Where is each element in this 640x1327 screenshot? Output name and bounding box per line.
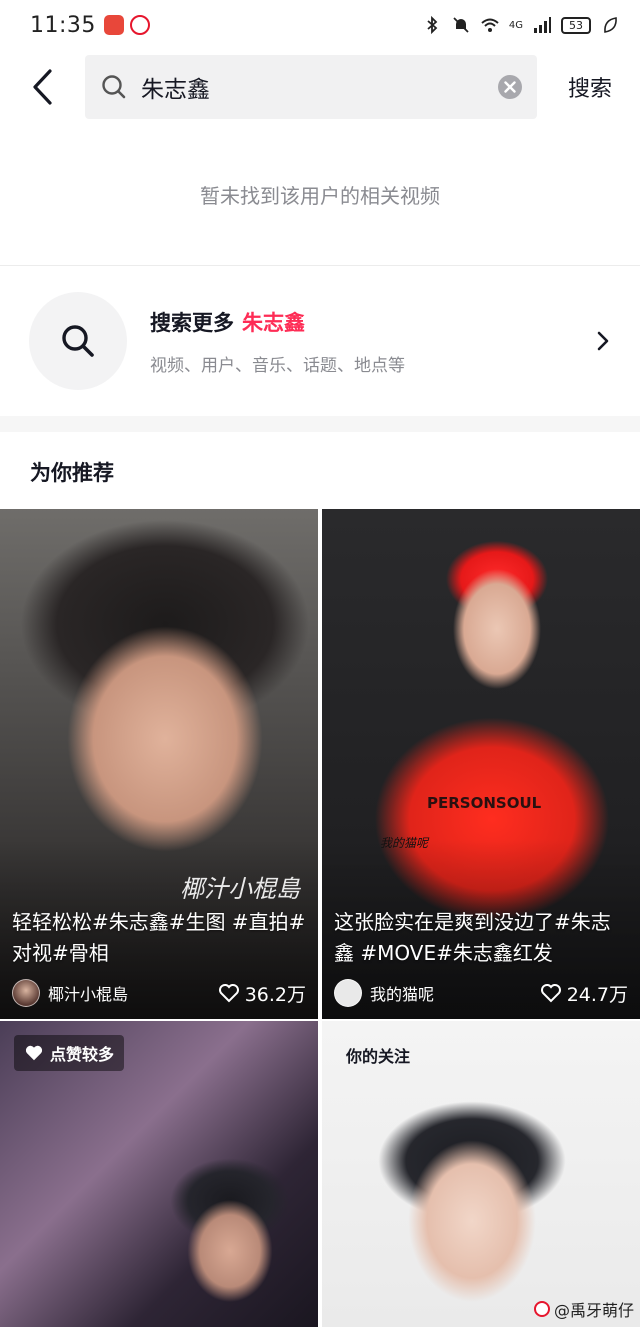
search-query-text: 朱志鑫 (141, 77, 210, 103)
back-arrow-icon (32, 69, 52, 105)
video-title: 这张脸实在是爽到没边了#朱志鑫 #MOVE#朱志鑫红发 (334, 910, 611, 965)
search-icon (62, 325, 94, 357)
heart-icon (540, 984, 561, 1003)
mute-bell-icon (453, 17, 469, 33)
author-avatar[interactable] (12, 979, 40, 1007)
battery-indicator: 53 (561, 16, 591, 34)
video-title: 轻轻松松#朱志鑫#生图 #直拍#对视#骨相 (12, 910, 306, 965)
video-watermark: 我的猫呢 (380, 836, 429, 850)
like-count-text: 24.7万 (566, 983, 628, 1006)
search-more-title: 搜索更多 朱志鑫 (150, 307, 405, 337)
corner-watermark: @禹牙萌仔 (533, 1297, 634, 1321)
search-header: 朱志鑫 搜索 (0, 55, 640, 119)
search-more-subtitle: 视频、用户、音乐、话题、地点等 (150, 355, 405, 376)
author-name[interactable]: 我的猫呢 (370, 981, 434, 1005)
weibo-icon (129, 15, 150, 35)
recommend-title: 为你推荐 (30, 461, 114, 485)
search-button[interactable]: 搜索 (568, 71, 612, 103)
author-name[interactable]: 椰汁小棍島 (48, 981, 128, 1005)
like-count-text: 36.2万 (244, 983, 306, 1006)
video-meta: 椰汁小棍島 36.2万 (12, 979, 306, 1007)
like-count: 36.2万 (218, 980, 306, 1007)
jersey-print: PERSONSOUL (427, 794, 542, 812)
clear-icon[interactable] (497, 74, 523, 100)
notification-icons (103, 15, 150, 35)
bluetooth-icon (427, 15, 438, 35)
search-input[interactable]: 朱志鑫 (85, 55, 537, 119)
search-icon (102, 75, 126, 99)
video-meta: 我的猫呢 24.7万 (334, 979, 628, 1007)
like-count: 24.7万 (540, 980, 628, 1007)
status-time: 11:35 (30, 12, 96, 38)
status-bar: 11:35 4G 53 (0, 0, 640, 50)
video-watermark: 椰汁小棍島 (180, 875, 300, 903)
app-notification-icon (103, 15, 124, 35)
video-card[interactable]: PERSONSOUL 我的猫呢 这张脸实在是爽到没边了#朱志鑫 #MOVE#朱志… (322, 509, 640, 1019)
status-indicators: 4G 53 (422, 15, 620, 35)
signal-icon (534, 17, 551, 33)
weibo-icon (533, 1301, 550, 1317)
popular-tag: 点赞较多 (14, 1035, 125, 1071)
search-more-label: 搜索更多 (150, 310, 234, 335)
network-type: 4G (508, 19, 523, 31)
search-more-keyword: 朱志鑫 (242, 310, 305, 335)
search-more-icon-circle (29, 292, 127, 390)
author-avatar[interactable] (334, 979, 362, 1007)
section-divider (0, 416, 640, 432)
search-more-row[interactable]: 搜索更多 朱志鑫 视频、用户、音乐、话题、地点等 (0, 266, 640, 416)
battery-level: 53 (561, 16, 591, 34)
popular-tag-label: 点赞较多 (50, 1045, 115, 1064)
following-tag: 你的关注 (346, 1047, 411, 1066)
video-card[interactable]: 椰汁小棍島 轻轻松松#朱志鑫#生图 #直拍#对视#骨相 椰汁小棍島 36.2万 (0, 509, 318, 1019)
search-more-text: 搜索更多 朱志鑫 视频、用户、音乐、话题、地点等 (150, 307, 405, 376)
heart-icon (218, 984, 239, 1003)
chevron-right-icon (597, 331, 609, 351)
heart-icon (25, 1045, 43, 1061)
wifi-icon (481, 18, 499, 32)
video-card[interactable]: 你的关注 @禹牙萌仔 (322, 1021, 640, 1327)
back-button[interactable] (0, 55, 85, 119)
video-card[interactable]: 点赞较多 (0, 1021, 318, 1327)
corner-watermark-text: @禹牙萌仔 (553, 1301, 634, 1320)
leaf-icon (604, 17, 617, 33)
empty-result-message: 暂未找到该用户的相关视频 (200, 184, 440, 208)
